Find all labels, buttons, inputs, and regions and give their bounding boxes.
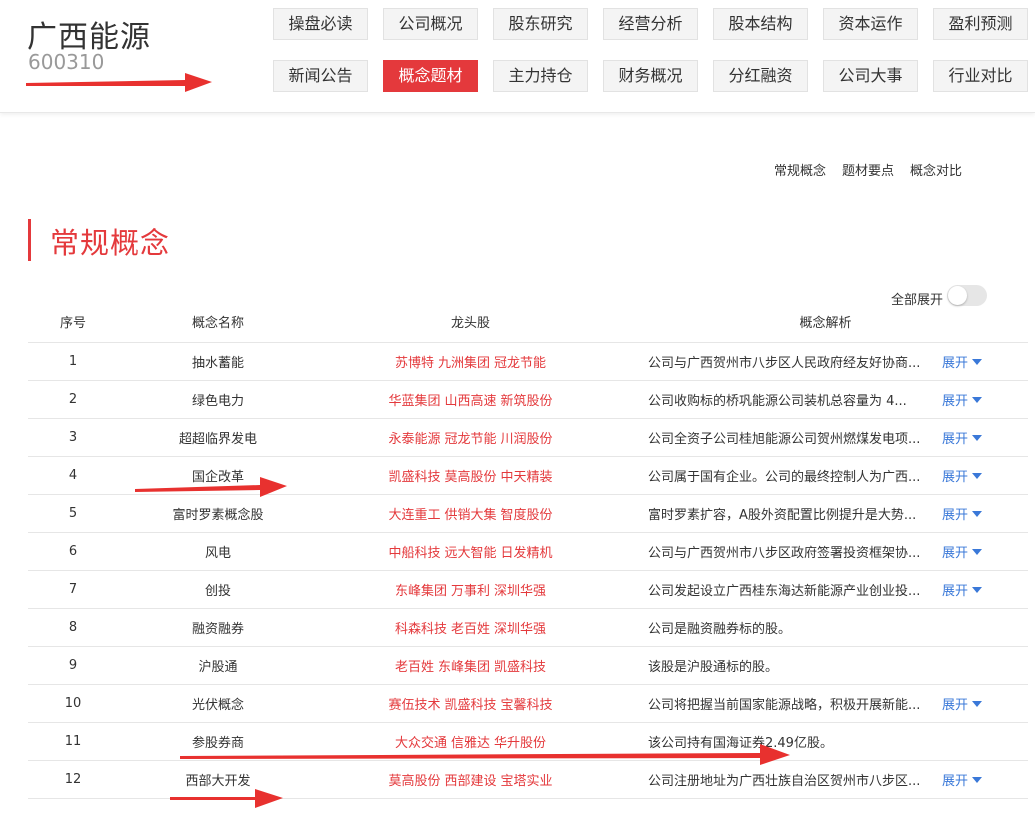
arrow-1 (26, 73, 212, 92)
annotation-arrows (26, 73, 790, 808)
arrow-2 (135, 477, 287, 497)
arrow-3 (180, 744, 790, 765)
arrow-4 (170, 789, 283, 808)
